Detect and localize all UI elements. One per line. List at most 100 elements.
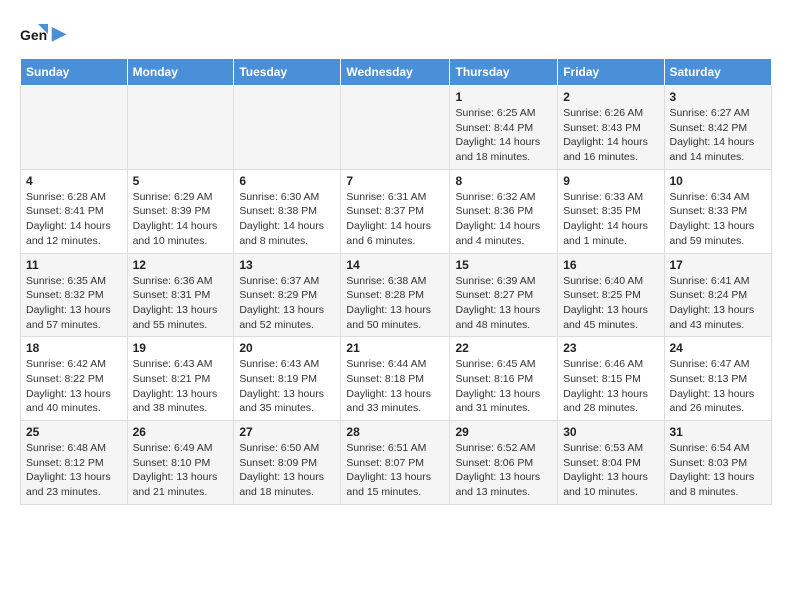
day-number: 17 (670, 258, 767, 272)
day-number: 1 (455, 90, 552, 104)
day-info: Sunrise: 6:35 AMSunset: 8:32 PMDaylight:… (26, 274, 122, 333)
calendar-header-row: SundayMondayTuesdayWednesdayThursdayFrid… (21, 59, 772, 86)
day-info: Sunrise: 6:31 AMSunset: 8:37 PMDaylight:… (346, 190, 444, 249)
day-cell: 29 Sunrise: 6:52 AMSunset: 8:06 PMDayligh… (450, 421, 558, 505)
day-cell: 22 Sunrise: 6:45 AMSunset: 8:16 PMDayligh… (450, 337, 558, 421)
day-cell: 9 Sunrise: 6:33 AMSunset: 8:35 PMDaylight… (558, 169, 664, 253)
week-row-2: 4Sunrise: 6:28 AMSunset: 8:41 PMDaylight… (21, 169, 772, 253)
day-number: 25 (26, 425, 122, 439)
day-cell: 3 Sunrise: 6:27 AMSunset: 8:42 PMDaylight… (664, 86, 772, 170)
week-row-5: 25 Sunrise: 6:48 AMSunset: 8:12 PMDayligh… (21, 421, 772, 505)
calendar-table: SundayMondayTuesdayWednesdayThursdayFrid… (20, 58, 772, 505)
day-number: 27 (239, 425, 335, 439)
column-header-thursday: Thursday (450, 59, 558, 86)
day-cell (234, 86, 341, 170)
day-info: Sunrise: 6:40 AMSunset: 8:25 PMDaylight:… (563, 274, 658, 333)
day-info: Sunrise: 6:42 AMSunset: 8:22 PMDaylight:… (26, 357, 122, 416)
day-cell: 4Sunrise: 6:28 AMSunset: 8:41 PMDaylight… (21, 169, 128, 253)
day-cell (341, 86, 450, 170)
logo-icon: Gen (20, 20, 48, 48)
day-cell: 30 Sunrise: 6:53 AMSunset: 8:04 PMDayligh… (558, 421, 664, 505)
page-header: Gen ▶ (20, 20, 772, 48)
day-info: Sunrise: 6:53 AMSunset: 8:04 PMDaylight:… (563, 441, 658, 500)
day-cell: 11 Sunrise: 6:35 AMSunset: 8:32 PMDayligh… (21, 253, 128, 337)
day-info: Sunrise: 6:34 AMSunset: 8:33 PMDaylight:… (670, 190, 767, 249)
day-cell: 15Sunrise: 6:39 AMSunset: 8:27 PMDayligh… (450, 253, 558, 337)
week-row-3: 11 Sunrise: 6:35 AMSunset: 8:32 PMDayligh… (21, 253, 772, 337)
day-info: Sunrise: 6:52 AMSunset: 8:06 PMDaylight:… (455, 441, 552, 500)
day-number: 4 (26, 174, 122, 188)
day-number: 9 (563, 174, 658, 188)
day-cell: 23 Sunrise: 6:46 AMSunset: 8:15 PMDayligh… (558, 337, 664, 421)
day-cell: 21 Sunrise: 6:44 AMSunset: 8:18 PMDayligh… (341, 337, 450, 421)
day-number: 31 (670, 425, 767, 439)
day-number: 6 (239, 174, 335, 188)
day-cell: 16Sunrise: 6:40 AMSunset: 8:25 PMDayligh… (558, 253, 664, 337)
day-info: Sunrise: 6:45 AMSunset: 8:16 PMDaylight:… (455, 357, 552, 416)
day-cell: 10Sunrise: 6:34 AMSunset: 8:33 PMDayligh… (664, 169, 772, 253)
day-info: Sunrise: 6:30 AMSunset: 8:38 PMDaylight:… (239, 190, 335, 249)
day-cell: 27Sunrise: 6:50 AMSunset: 8:09 PMDayligh… (234, 421, 341, 505)
day-number: 29 (455, 425, 552, 439)
column-header-sunday: Sunday (21, 59, 128, 86)
day-number: 11 (26, 258, 122, 272)
day-info: Sunrise: 6:33 AMSunset: 8:35 PMDaylight:… (563, 190, 658, 249)
day-info: Sunrise: 6:43 AMSunset: 8:19 PMDaylight:… (239, 357, 335, 416)
day-number: 15 (455, 258, 552, 272)
day-info: Sunrise: 6:48 AMSunset: 8:12 PMDaylight:… (26, 441, 122, 500)
day-number: 3 (670, 90, 767, 104)
column-header-tuesday: Tuesday (234, 59, 341, 86)
day-number: 13 (239, 258, 335, 272)
day-cell: 7 Sunrise: 6:31 AMSunset: 8:37 PMDaylight… (341, 169, 450, 253)
day-info: Sunrise: 6:27 AMSunset: 8:42 PMDaylight:… (670, 106, 767, 165)
day-number: 21 (346, 341, 444, 355)
day-cell: 5 Sunrise: 6:29 AMSunset: 8:39 PMDaylight… (127, 169, 234, 253)
day-cell: 31Sunrise: 6:54 AMSunset: 8:03 PMDayligh… (664, 421, 772, 505)
day-info: Sunrise: 6:25 AMSunset: 8:44 PMDaylight:… (455, 106, 552, 165)
week-row-1: 1 Sunrise: 6:25 AMSunset: 8:44 PMDaylight… (21, 86, 772, 170)
day-number: 22 (455, 341, 552, 355)
day-info: Sunrise: 6:32 AMSunset: 8:36 PMDaylight:… (455, 190, 552, 249)
day-cell: 19Sunrise: 6:43 AMSunset: 8:21 PMDayligh… (127, 337, 234, 421)
day-number: 14 (346, 258, 444, 272)
day-number: 23 (563, 341, 658, 355)
day-cell: 20Sunrise: 6:43 AMSunset: 8:19 PMDayligh… (234, 337, 341, 421)
week-row-4: 18 Sunrise: 6:42 AMSunset: 8:22 PMDayligh… (21, 337, 772, 421)
logo: Gen ▶ (20, 20, 66, 48)
day-number: 2 (563, 90, 658, 104)
day-number: 5 (133, 174, 229, 188)
day-number: 12 (133, 258, 229, 272)
day-cell: 18 Sunrise: 6:42 AMSunset: 8:22 PMDayligh… (21, 337, 128, 421)
day-number: 28 (346, 425, 444, 439)
column-header-saturday: Saturday (664, 59, 772, 86)
day-number: 8 (455, 174, 552, 188)
logo-line1: ▶ (52, 24, 66, 44)
day-info: Sunrise: 6:49 AMSunset: 8:10 PMDaylight:… (133, 441, 229, 500)
day-number: 18 (26, 341, 122, 355)
day-cell: 2Sunrise: 6:26 AMSunset: 8:43 PMDaylight… (558, 86, 664, 170)
day-info: Sunrise: 6:36 AMSunset: 8:31 PMDaylight:… (133, 274, 229, 333)
day-cell: 8 Sunrise: 6:32 AMSunset: 8:36 PMDaylight… (450, 169, 558, 253)
day-number: 7 (346, 174, 444, 188)
day-info: Sunrise: 6:43 AMSunset: 8:21 PMDaylight:… (133, 357, 229, 416)
day-number: 24 (670, 341, 767, 355)
day-info: Sunrise: 6:44 AMSunset: 8:18 PMDaylight:… (346, 357, 444, 416)
day-info: Sunrise: 6:41 AMSunset: 8:24 PMDaylight:… (670, 274, 767, 333)
day-number: 26 (133, 425, 229, 439)
day-cell (21, 86, 128, 170)
day-cell: 14 Sunrise: 6:38 AMSunset: 8:28 PMDayligh… (341, 253, 450, 337)
day-info: Sunrise: 6:38 AMSunset: 8:28 PMDaylight:… (346, 274, 444, 333)
day-info: Sunrise: 6:46 AMSunset: 8:15 PMDaylight:… (563, 357, 658, 416)
day-cell: 6 Sunrise: 6:30 AMSunset: 8:38 PMDaylight… (234, 169, 341, 253)
day-info: Sunrise: 6:29 AMSunset: 8:39 PMDaylight:… (133, 190, 229, 249)
day-cell: 26 Sunrise: 6:49 AMSunset: 8:10 PMDayligh… (127, 421, 234, 505)
day-info: Sunrise: 6:37 AMSunset: 8:29 PMDaylight:… (239, 274, 335, 333)
day-number: 30 (563, 425, 658, 439)
day-info: Sunrise: 6:51 AMSunset: 8:07 PMDaylight:… (346, 441, 444, 500)
column-header-monday: Monday (127, 59, 234, 86)
day-cell: 25 Sunrise: 6:48 AMSunset: 8:12 PMDayligh… (21, 421, 128, 505)
column-header-wednesday: Wednesday (341, 59, 450, 86)
svg-text:Gen: Gen (20, 27, 47, 43)
day-cell (127, 86, 234, 170)
day-cell: 28 Sunrise: 6:51 AMSunset: 8:07 PMDayligh… (341, 421, 450, 505)
